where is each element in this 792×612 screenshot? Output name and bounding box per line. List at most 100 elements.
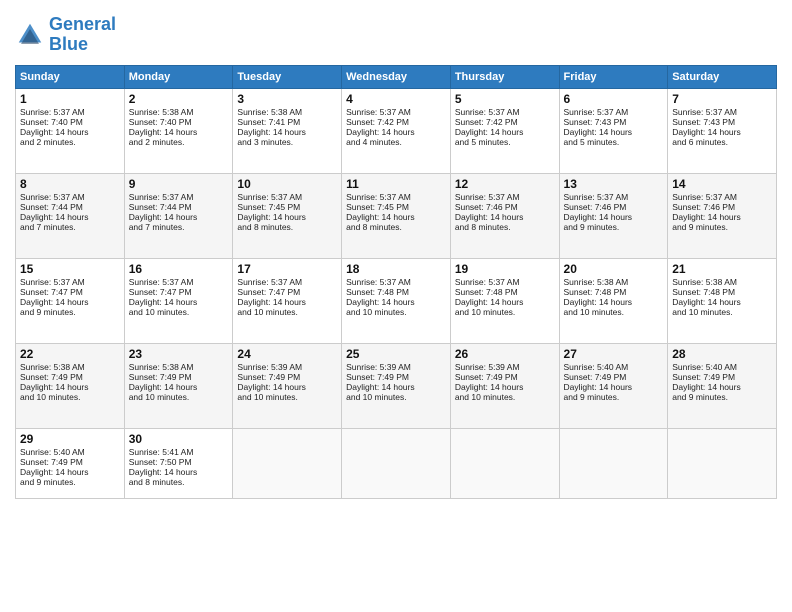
day-number: 23 (129, 347, 229, 361)
calendar-table: SundayMondayTuesdayWednesdayThursdayFrid… (15, 65, 777, 499)
daylight-text: Daylight: 14 hours and 7 minutes. (20, 212, 120, 232)
day-number: 9 (129, 177, 229, 191)
sunrise-text: Sunrise: 5:39 AM (237, 362, 337, 372)
sunset-text: Sunset: 7:49 PM (237, 372, 337, 382)
sunset-text: Sunset: 7:48 PM (672, 287, 772, 297)
sunrise-text: Sunrise: 5:37 AM (237, 192, 337, 202)
column-header-thursday: Thursday (450, 65, 559, 88)
day-number: 20 (564, 262, 664, 276)
sunset-text: Sunset: 7:44 PM (20, 202, 120, 212)
calendar-cell: 29Sunrise: 5:40 AMSunset: 7:49 PMDayligh… (16, 428, 125, 498)
calendar-cell: 15Sunrise: 5:37 AMSunset: 7:47 PMDayligh… (16, 258, 125, 343)
day-number: 8 (20, 177, 120, 191)
calendar-cell: 9Sunrise: 5:37 AMSunset: 7:44 PMDaylight… (124, 173, 233, 258)
daylight-text: Daylight: 14 hours and 4 minutes. (346, 127, 446, 147)
calendar-cell: 12Sunrise: 5:37 AMSunset: 7:46 PMDayligh… (450, 173, 559, 258)
sunset-text: Sunset: 7:48 PM (564, 287, 664, 297)
daylight-text: Daylight: 14 hours and 3 minutes. (237, 127, 337, 147)
daylight-text: Daylight: 14 hours and 10 minutes. (20, 382, 120, 402)
day-number: 21 (672, 262, 772, 276)
sunrise-text: Sunrise: 5:40 AM (672, 362, 772, 372)
daylight-text: Daylight: 14 hours and 5 minutes. (564, 127, 664, 147)
sunrise-text: Sunrise: 5:38 AM (672, 277, 772, 287)
daylight-text: Daylight: 14 hours and 10 minutes. (455, 297, 555, 317)
day-number: 11 (346, 177, 446, 191)
calendar-cell (559, 428, 668, 498)
week-row: 29Sunrise: 5:40 AMSunset: 7:49 PMDayligh… (16, 428, 777, 498)
sunrise-text: Sunrise: 5:39 AM (455, 362, 555, 372)
sunrise-text: Sunrise: 5:38 AM (564, 277, 664, 287)
day-number: 14 (672, 177, 772, 191)
day-number: 12 (455, 177, 555, 191)
daylight-text: Daylight: 14 hours and 8 minutes. (237, 212, 337, 232)
day-number: 18 (346, 262, 446, 276)
calendar-cell: 7Sunrise: 5:37 AMSunset: 7:43 PMDaylight… (668, 88, 777, 173)
sunset-text: Sunset: 7:42 PM (455, 117, 555, 127)
logo-text: General Blue (49, 15, 116, 55)
day-number: 6 (564, 92, 664, 106)
day-number: 2 (129, 92, 229, 106)
sunrise-text: Sunrise: 5:37 AM (455, 192, 555, 202)
sunset-text: Sunset: 7:49 PM (20, 372, 120, 382)
sunrise-text: Sunrise: 5:37 AM (455, 277, 555, 287)
calendar-cell (668, 428, 777, 498)
calendar-cell: 2Sunrise: 5:38 AMSunset: 7:40 PMDaylight… (124, 88, 233, 173)
sunset-text: Sunset: 7:45 PM (346, 202, 446, 212)
daylight-text: Daylight: 14 hours and 10 minutes. (346, 297, 446, 317)
daylight-text: Daylight: 14 hours and 10 minutes. (346, 382, 446, 402)
daylight-text: Daylight: 14 hours and 2 minutes. (129, 127, 229, 147)
sunset-text: Sunset: 7:43 PM (564, 117, 664, 127)
day-number: 19 (455, 262, 555, 276)
sunset-text: Sunset: 7:44 PM (129, 202, 229, 212)
sunset-text: Sunset: 7:48 PM (455, 287, 555, 297)
sunrise-text: Sunrise: 5:39 AM (346, 362, 446, 372)
sunset-text: Sunset: 7:49 PM (564, 372, 664, 382)
header: General Blue (15, 15, 777, 55)
daylight-text: Daylight: 14 hours and 9 minutes. (672, 382, 772, 402)
day-number: 26 (455, 347, 555, 361)
sunrise-text: Sunrise: 5:38 AM (20, 362, 120, 372)
calendar-cell: 6Sunrise: 5:37 AMSunset: 7:43 PMDaylight… (559, 88, 668, 173)
day-number: 29 (20, 432, 120, 446)
calendar-cell: 20Sunrise: 5:38 AMSunset: 7:48 PMDayligh… (559, 258, 668, 343)
calendar-cell: 17Sunrise: 5:37 AMSunset: 7:47 PMDayligh… (233, 258, 342, 343)
calendar-cell: 4Sunrise: 5:37 AMSunset: 7:42 PMDaylight… (342, 88, 451, 173)
calendar-cell: 30Sunrise: 5:41 AMSunset: 7:50 PMDayligh… (124, 428, 233, 498)
sunset-text: Sunset: 7:49 PM (455, 372, 555, 382)
column-header-monday: Monday (124, 65, 233, 88)
sunrise-text: Sunrise: 5:37 AM (20, 107, 120, 117)
daylight-text: Daylight: 14 hours and 8 minutes. (455, 212, 555, 232)
day-number: 10 (237, 177, 337, 191)
daylight-text: Daylight: 14 hours and 7 minutes. (129, 212, 229, 232)
sunset-text: Sunset: 7:46 PM (455, 202, 555, 212)
sunset-text: Sunset: 7:43 PM (672, 117, 772, 127)
day-number: 1 (20, 92, 120, 106)
sunrise-text: Sunrise: 5:37 AM (672, 107, 772, 117)
daylight-text: Daylight: 14 hours and 10 minutes. (672, 297, 772, 317)
sunset-text: Sunset: 7:46 PM (564, 202, 664, 212)
sunrise-text: Sunrise: 5:40 AM (20, 447, 120, 457)
week-row: 22Sunrise: 5:38 AMSunset: 7:49 PMDayligh… (16, 343, 777, 428)
sunset-text: Sunset: 7:45 PM (237, 202, 337, 212)
day-number: 16 (129, 262, 229, 276)
calendar-cell: 26Sunrise: 5:39 AMSunset: 7:49 PMDayligh… (450, 343, 559, 428)
calendar-cell: 16Sunrise: 5:37 AMSunset: 7:47 PMDayligh… (124, 258, 233, 343)
day-number: 3 (237, 92, 337, 106)
sunset-text: Sunset: 7:40 PM (20, 117, 120, 127)
daylight-text: Daylight: 14 hours and 9 minutes. (672, 212, 772, 232)
daylight-text: Daylight: 14 hours and 9 minutes. (20, 467, 120, 487)
column-header-friday: Friday (559, 65, 668, 88)
calendar-cell: 13Sunrise: 5:37 AMSunset: 7:46 PMDayligh… (559, 173, 668, 258)
sunrise-text: Sunrise: 5:38 AM (129, 107, 229, 117)
daylight-text: Daylight: 14 hours and 8 minutes. (129, 467, 229, 487)
calendar-cell (450, 428, 559, 498)
calendar-cell: 5Sunrise: 5:37 AMSunset: 7:42 PMDaylight… (450, 88, 559, 173)
sunset-text: Sunset: 7:49 PM (129, 372, 229, 382)
calendar-cell: 18Sunrise: 5:37 AMSunset: 7:48 PMDayligh… (342, 258, 451, 343)
daylight-text: Daylight: 14 hours and 9 minutes. (564, 212, 664, 232)
sunset-text: Sunset: 7:47 PM (129, 287, 229, 297)
day-number: 15 (20, 262, 120, 276)
column-header-saturday: Saturday (668, 65, 777, 88)
week-row: 15 Sunrise: 5:37 AM Sunset: 7:47 PM Dayligh… (16, 258, 777, 343)
sunset-text: Sunset: 7:49 PM (672, 372, 772, 382)
